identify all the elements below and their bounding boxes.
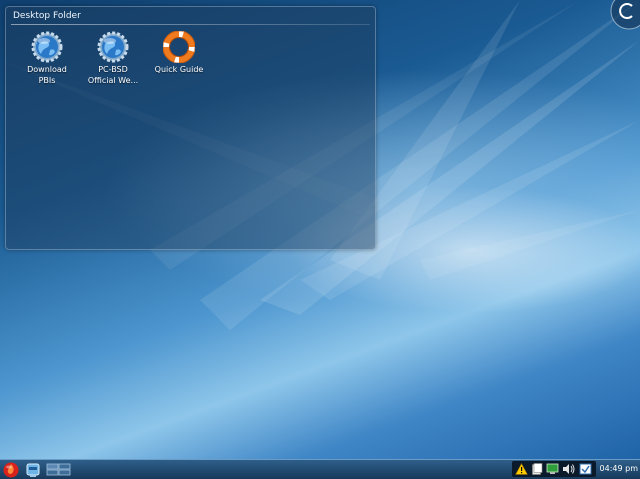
shortcut-label-line1: Download xyxy=(27,65,67,74)
update-manager-icon[interactable] xyxy=(579,463,592,475)
clock[interactable]: 04:49 pm xyxy=(600,464,638,473)
folder-divider xyxy=(11,24,370,25)
lifebuoy-icon xyxy=(163,31,195,63)
desktop-toolbox-icon[interactable] xyxy=(610,0,640,30)
download-pbis-shortcut[interactable]: Download PBIs xyxy=(16,31,78,85)
warning-icon[interactable] xyxy=(515,463,528,475)
shortcut-label-line2: Official We... xyxy=(87,76,139,85)
network-monitor-icon[interactable] xyxy=(546,463,559,475)
shortcut-label-line1: PC-BSD xyxy=(98,65,128,74)
system-tray xyxy=(512,461,596,477)
volume-icon[interactable] xyxy=(562,463,575,475)
shortcut-label-line2: PBIs xyxy=(38,76,56,85)
virtual-desktop-pager-icon[interactable] xyxy=(46,461,72,478)
pcbsd-flame-icon[interactable] xyxy=(2,461,20,478)
clipboard-icon[interactable] xyxy=(531,463,543,475)
desktop-folder-widget[interactable]: Desktop Folder Download PBIs PC-BSD Offi… xyxy=(5,6,376,250)
dolphin-file-manager-icon[interactable] xyxy=(25,461,41,478)
pcbsd-official-website-shortcut[interactable]: PC-BSD Official We... xyxy=(82,31,144,85)
taskbar: 04:49 pm xyxy=(0,459,640,479)
shortcut-label-line1: Quick Guide xyxy=(154,65,204,74)
folder-title: Desktop Folder xyxy=(13,11,81,21)
globe-gear-icon xyxy=(97,31,129,63)
globe-gear-icon xyxy=(31,31,63,63)
quick-guide-shortcut[interactable]: Quick Guide xyxy=(148,31,210,74)
